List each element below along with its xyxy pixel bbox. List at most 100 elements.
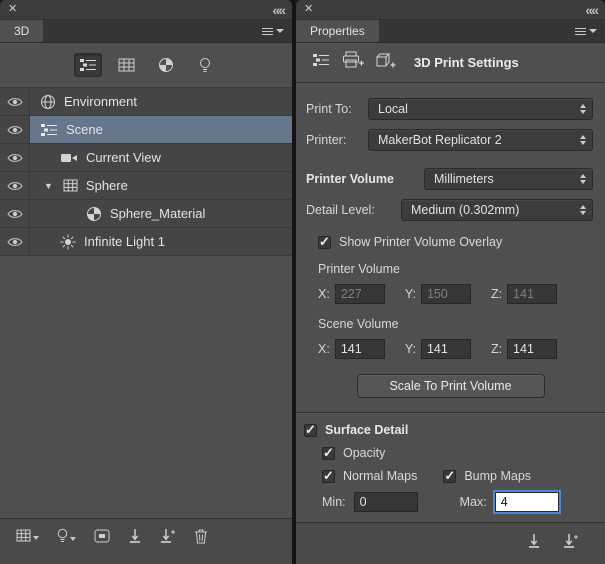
scene-row-environment[interactable]: Environment xyxy=(0,88,292,116)
tab-fill xyxy=(43,20,254,42)
eye-icon xyxy=(7,209,23,219)
collapse-panel-icon[interactable]: «« xyxy=(585,3,597,17)
material-icon xyxy=(86,206,102,222)
environment-icon xyxy=(40,94,56,110)
caret-icon xyxy=(70,537,76,541)
visibility-toggle[interactable] xyxy=(0,144,30,171)
close-icon[interactable]: ✕ xyxy=(304,4,313,15)
visibility-toggle[interactable] xyxy=(0,172,30,199)
max-label: Max: xyxy=(460,495,487,509)
scene-row-sphere-material[interactable]: Sphere_Material xyxy=(0,200,292,228)
eye-icon xyxy=(7,237,23,247)
scene-properties-icon[interactable] xyxy=(312,53,330,72)
y-axis-label: Y: xyxy=(405,342,416,356)
3d-filter-bar xyxy=(0,43,292,87)
tab-fill xyxy=(379,20,567,42)
dropdown-arrows-icon xyxy=(574,174,586,184)
scene-row-sphere[interactable]: ▼ Sphere xyxy=(0,172,292,200)
printer-icon[interactable] xyxy=(342,51,364,74)
grid-menu-icon[interactable] xyxy=(16,529,39,542)
filter-materials-icon[interactable] xyxy=(152,53,180,77)
3d-panel: ✕ «« 3D xyxy=(0,0,292,564)
visibility-toggle[interactable] xyxy=(0,200,30,227)
disclosure-triangle-icon[interactable]: ▼ xyxy=(44,181,53,191)
detail-level-dropdown[interactable]: Medium (0.302mm) xyxy=(401,199,593,221)
row-label: Infinite Light 1 xyxy=(84,234,165,249)
row-label: Environment xyxy=(64,94,137,109)
tab-properties[interactable]: Properties xyxy=(296,20,379,42)
printer-dropdown[interactable]: MakerBot Replicator 2 xyxy=(368,129,593,151)
show-printer-volume-overlay-checkbox[interactable] xyxy=(318,236,331,249)
normal-maps-label: Normal Maps xyxy=(343,469,417,483)
filter-meshes-icon[interactable] xyxy=(113,53,141,77)
properties-panel: ✕ «« Properties xyxy=(296,0,605,564)
opacity-checkbox[interactable] xyxy=(322,447,335,460)
menu-lines-icon xyxy=(262,26,273,37)
max-field[interactable] xyxy=(495,492,559,512)
background-icon[interactable] xyxy=(94,529,110,543)
camera-icon xyxy=(60,152,78,164)
collapse-panel-icon[interactable]: «« xyxy=(272,3,284,17)
scene-row-current-view[interactable]: Current View xyxy=(0,144,292,172)
scene-row-infinite-light[interactable]: Infinite Light 1 xyxy=(0,228,292,256)
drop-to-ground-icon[interactable] xyxy=(527,533,541,549)
z-axis-label: Z: xyxy=(491,342,502,356)
tab-3d[interactable]: 3D xyxy=(0,20,43,42)
filter-lights-icon[interactable] xyxy=(191,53,219,77)
scene-row-scene[interactable]: Scene xyxy=(0,116,292,144)
surface-detail-checkbox[interactable] xyxy=(304,424,317,437)
printer-label: Printer: xyxy=(306,133,368,147)
scale-to-print-volume-button[interactable]: Scale To Print Volume xyxy=(357,374,545,398)
filter-scene-icon[interactable] xyxy=(74,53,102,77)
normal-maps-checkbox[interactable] xyxy=(322,470,335,483)
menu-caret-icon xyxy=(589,29,597,33)
tab-properties-label: Properties xyxy=(310,24,365,38)
dropdown-arrows-icon xyxy=(574,104,586,114)
properties-title: 3D Print Settings xyxy=(414,55,519,70)
bump-maps-checkbox[interactable] xyxy=(443,470,456,483)
printer-volume-unit-dropdown[interactable]: Millimeters xyxy=(424,168,593,190)
properties-tab-row: Properties xyxy=(296,20,605,43)
menu-caret-icon xyxy=(276,29,284,33)
panel-menu-icon[interactable] xyxy=(254,20,292,42)
row-label: Sphere_Material xyxy=(110,206,205,221)
drop-to-ground-icon[interactable] xyxy=(128,528,142,544)
detail-level-value: Medium (0.302mm) xyxy=(411,203,519,217)
print-settings-form: Print To: Local Printer: MakerBot Replic… xyxy=(296,83,605,522)
row-label: Sphere xyxy=(86,178,128,193)
scene-tree: Environment Scene xyxy=(0,87,292,256)
visibility-toggle[interactable] xyxy=(0,116,30,143)
section-divider xyxy=(296,412,605,413)
snap-to-ground-icon[interactable] xyxy=(563,533,579,549)
visibility-toggle[interactable] xyxy=(0,228,30,255)
printer-volume-unit-value: Millimeters xyxy=(434,172,494,186)
tab-3d-label: 3D xyxy=(14,24,29,38)
x-axis-label: X: xyxy=(318,342,330,356)
extrusion-plus-icon[interactable] xyxy=(376,52,396,74)
bump-maps-label: Bump Maps xyxy=(464,469,531,483)
menu-lines-icon xyxy=(575,26,586,37)
visibility-toggle[interactable] xyxy=(0,88,30,115)
scene-volume-x-field[interactable] xyxy=(335,339,385,359)
row-label: Current View xyxy=(86,150,161,165)
scene-volume-y-field[interactable] xyxy=(421,339,471,359)
snap-to-ground-icon[interactable] xyxy=(160,528,176,544)
delete-icon[interactable] xyxy=(194,528,208,544)
min-field[interactable] xyxy=(354,492,418,512)
scene-volume-z-field[interactable] xyxy=(507,339,557,359)
panel-menu-icon[interactable] xyxy=(567,20,605,42)
print-to-dropdown[interactable]: Local xyxy=(368,98,593,120)
properties-body: 3D Print Settings Print To: Local Printe… xyxy=(296,43,605,564)
x-axis-label: X: xyxy=(318,287,330,301)
workspace: ✕ «« 3D xyxy=(0,0,605,564)
printer-volume-y-field[interactable] xyxy=(421,284,471,304)
new-light-icon[interactable] xyxy=(57,528,76,543)
scene-volume-section-label: Scene Volume xyxy=(318,317,605,331)
eye-icon xyxy=(7,97,23,107)
printer-volume-unit-label: Printer Volume xyxy=(306,172,424,186)
printer-volume-x-field[interactable] xyxy=(335,284,385,304)
close-icon[interactable]: ✕ xyxy=(8,4,17,15)
y-axis-label: Y: xyxy=(405,287,416,301)
3d-panel-toolbar xyxy=(0,518,292,564)
printer-volume-z-field[interactable] xyxy=(507,284,557,304)
